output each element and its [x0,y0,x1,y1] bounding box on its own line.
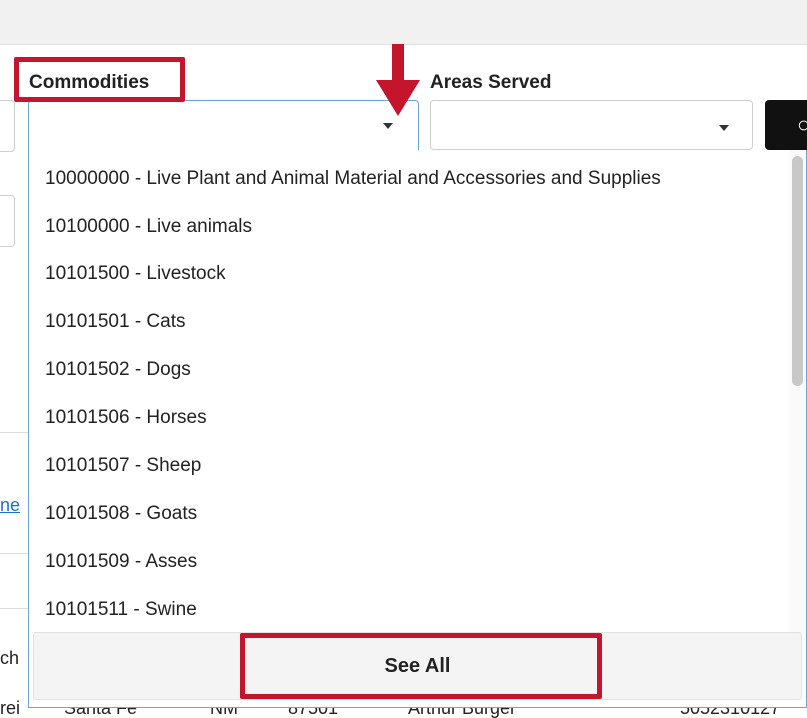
partial-input-left[interactable] [0,195,15,247]
dropdown-option[interactable]: 10101502 - Dogs [45,359,191,381]
table-divider [0,608,28,609]
search-button[interactable]: ○ [765,100,807,150]
table-divider [0,432,28,433]
caret-down-icon[interactable] [383,123,393,129]
areas-served-label: Areas Served [430,72,552,93]
caret-down-icon[interactable] [719,125,729,131]
areas-served-select[interactable] [430,100,753,150]
search-icon: ○ [797,112,807,137]
dropdown-option[interactable]: 10101509 - Asses [45,551,197,573]
dropdown-option[interactable]: 10101501 - Cats [45,311,186,333]
see-all-highlight [240,633,602,699]
dropdown-scrollbar[interactable] [789,150,806,632]
partial-select-left[interactable] [0,100,15,152]
table-divider [0,553,28,554]
commodities-highlight [14,57,185,102]
dropdown-option[interactable]: 10100000 - Live animals [45,216,252,238]
table-cell-fragment: ch [0,648,20,668]
commodities-dropdown[interactable]: 10000000 - Live Plant and Animal Materia… [28,150,807,708]
commodities-select[interactable] [28,100,419,150]
dropdown-option[interactable]: 10101511 - Swine [45,599,197,621]
top-bar [0,0,807,45]
table-cell: rei [0,698,21,718]
dropdown-option[interactable]: 10101506 - Horses [45,407,207,429]
dropdown-option[interactable]: 10101500 - Livestock [45,263,226,285]
dropdown-option[interactable]: 10000000 - Live Plant and Animal Materia… [45,168,661,190]
dropdown-option[interactable]: 10101508 - Goats [45,503,197,525]
table-link-fragment[interactable]: ne [0,495,20,516]
dropdown-option[interactable]: 10101507 - Sheep [45,455,201,477]
scrollbar-thumb[interactable] [792,156,803,386]
arrow-head [376,80,420,116]
arrow-shaft [392,44,404,82]
